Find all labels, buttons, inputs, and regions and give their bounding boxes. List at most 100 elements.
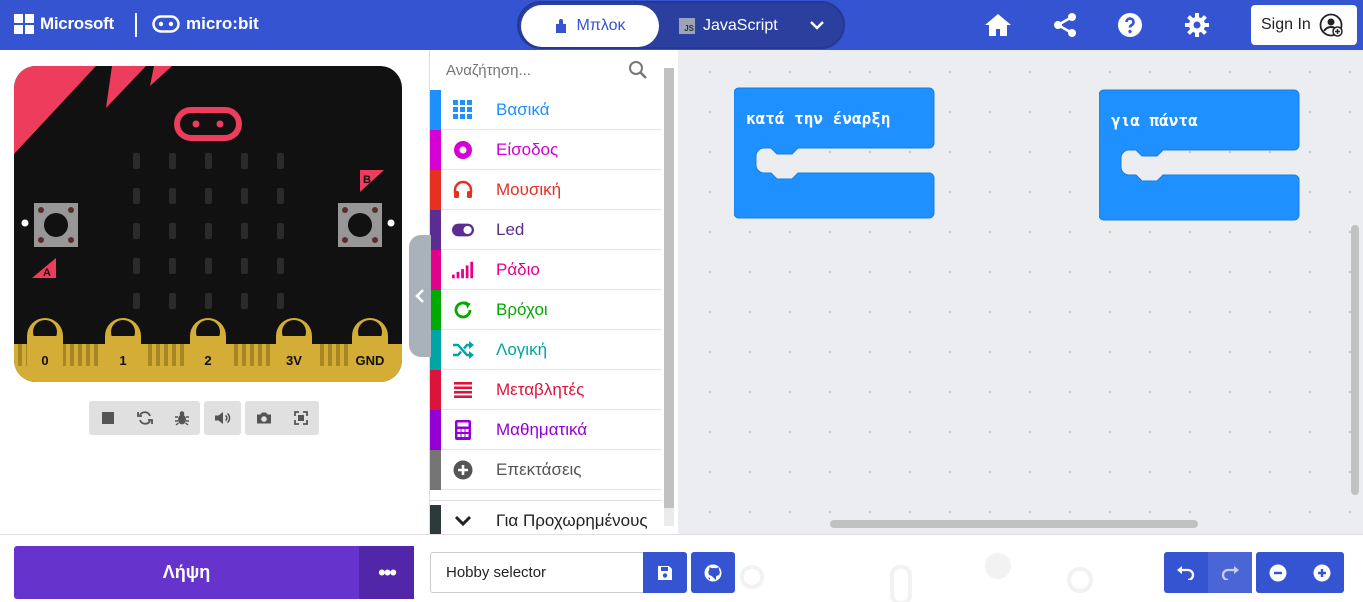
home-button[interactable] (983, 10, 1013, 40)
zoom-in-button[interactable] (1300, 552, 1344, 593)
zoom-out-icon (1269, 564, 1287, 581)
microbit-board[interactable]: A B 0 1 2 3V GND (14, 66, 402, 382)
simulator-run-controls (89, 401, 200, 435)
toolbox-scrollbar[interactable] (664, 68, 674, 508)
category-label: Μαθηματικά (496, 419, 588, 439)
home-icon (985, 14, 1011, 36)
category-led[interactable]: Led (430, 209, 662, 250)
blocks-workspace[interactable]: κατά την έναρξη για πάντα (678, 50, 1363, 534)
category-label: Led (496, 219, 525, 239)
javascript-mode-button[interactable]: JS JavaScript (679, 5, 778, 47)
pin-label: 0 (41, 353, 48, 368)
fullscreen-icon (293, 411, 308, 425)
help-icon (1118, 13, 1142, 37)
workspace-vertical-scrollbar[interactable] (1351, 225, 1359, 495)
decor-circle (985, 553, 1011, 579)
simulator-view-group (245, 401, 319, 435)
on-start-block[interactable]: κατά την έναρξη (733, 87, 936, 224)
screenshot-button[interactable] (245, 401, 282, 435)
sign-in-label: Sign In (1261, 16, 1311, 33)
button-a[interactable] (34, 203, 78, 247)
project-name-input[interactable] (430, 552, 643, 593)
category-label: Μουσική (496, 179, 562, 199)
share-icon (1054, 13, 1076, 37)
loop-icon (454, 300, 472, 318)
microsoft-logo[interactable]: Microsoft (14, 14, 114, 34)
blocks-mode-label: Μπλοκ (576, 17, 626, 34)
category-extensions[interactable]: Επεκτάσεις (430, 449, 662, 490)
settings-button[interactable] (1182, 10, 1212, 40)
category-label: Για Προχωρημένους (496, 510, 648, 530)
fullscreen-button[interactable] (282, 401, 319, 435)
toggle-icon (452, 223, 474, 236)
help-button[interactable] (1115, 10, 1145, 40)
javascript-mode-label: JavaScript (703, 17, 778, 34)
chevron-down-icon (810, 21, 824, 30)
user-icon (1319, 13, 1343, 37)
editor-mode-toggle: Μπλοκ JS JavaScript (517, 1, 845, 49)
blocks-mode-button[interactable]: Μπλοκ (521, 5, 659, 47)
stop-icon (101, 412, 114, 424)
microsoft-label: Microsoft (40, 14, 114, 33)
pin-label: GND (356, 353, 385, 368)
search-icon[interactable] (628, 60, 648, 80)
category-label: Λογική (496, 339, 548, 359)
shuffle-icon (453, 340, 474, 359)
zoom-in-icon (1313, 564, 1331, 581)
list-icon (454, 381, 472, 398)
category-math[interactable]: Μαθηματικά (430, 409, 662, 450)
plus-circle-icon (453, 460, 473, 479)
toolbox-panel: Αναζήτηση... Βασικά Είσοδος Μουσική Led … (429, 50, 678, 537)
signal-bars-icon (452, 261, 474, 278)
restart-button[interactable] (126, 401, 163, 435)
category-music[interactable]: Μουσική (430, 169, 662, 210)
category-logic[interactable]: Λογική (430, 329, 662, 370)
category-radio[interactable]: Ράδιο (430, 249, 662, 290)
search-placeholder: Αναζήτηση... (446, 61, 531, 79)
github-icon (704, 564, 722, 581)
simulator-controls (89, 401, 319, 435)
redo-button[interactable] (1208, 552, 1252, 593)
calculator-icon (455, 419, 471, 440)
sign-in-button[interactable]: Sign In (1251, 5, 1357, 45)
category-label: Είσοδος (496, 139, 559, 159)
category-variables[interactable]: Μεταβλητές (430, 369, 662, 410)
download-more-button[interactable]: ••• (359, 546, 414, 599)
pin-label: 2 (204, 353, 211, 368)
mute-button[interactable] (204, 401, 241, 435)
category-label: Επεκτάσεις (496, 459, 582, 479)
mode-dropdown-button[interactable] (807, 15, 827, 35)
puzzle-icon (556, 19, 567, 33)
pin-label: 1 (119, 353, 126, 368)
stop-button[interactable] (89, 401, 126, 435)
bug-icon (174, 411, 189, 426)
category-input[interactable]: Είσοδος (430, 129, 662, 170)
button-a-label: A (43, 267, 51, 279)
camera-icon (256, 412, 271, 424)
undo-icon (1177, 565, 1195, 580)
chevron-down-icon (454, 515, 472, 526)
zoom-out-button[interactable] (1256, 552, 1300, 593)
button-b[interactable] (338, 203, 382, 247)
download-button[interactable]: Λήψη ••• (14, 546, 414, 599)
bottom-bar: Λήψη ••• (0, 534, 1363, 602)
share-button[interactable] (1050, 10, 1080, 40)
microbit-logo-icon (152, 15, 180, 33)
gear-icon (1185, 13, 1209, 37)
workspace-horizontal-scrollbar[interactable] (830, 520, 1198, 528)
category-basic[interactable]: Βασικά (430, 89, 662, 130)
redo-icon (1221, 565, 1239, 580)
undo-button[interactable] (1164, 552, 1208, 593)
collapse-simulator-button[interactable] (409, 235, 431, 357)
category-loops[interactable]: Βρόχοι (430, 289, 662, 330)
save-button[interactable] (643, 552, 687, 593)
debug-button[interactable] (163, 401, 200, 435)
microbit-logo[interactable]: micro:bit (152, 14, 259, 34)
chevron-left-icon (415, 289, 424, 303)
js-file-icon: JS (679, 18, 695, 34)
github-button[interactable] (691, 552, 735, 593)
grid-icon (453, 99, 472, 119)
forever-block[interactable]: για πάντα (1098, 89, 1301, 226)
more-dots-icon: ••• (377, 559, 397, 585)
decor-circle (740, 565, 764, 589)
